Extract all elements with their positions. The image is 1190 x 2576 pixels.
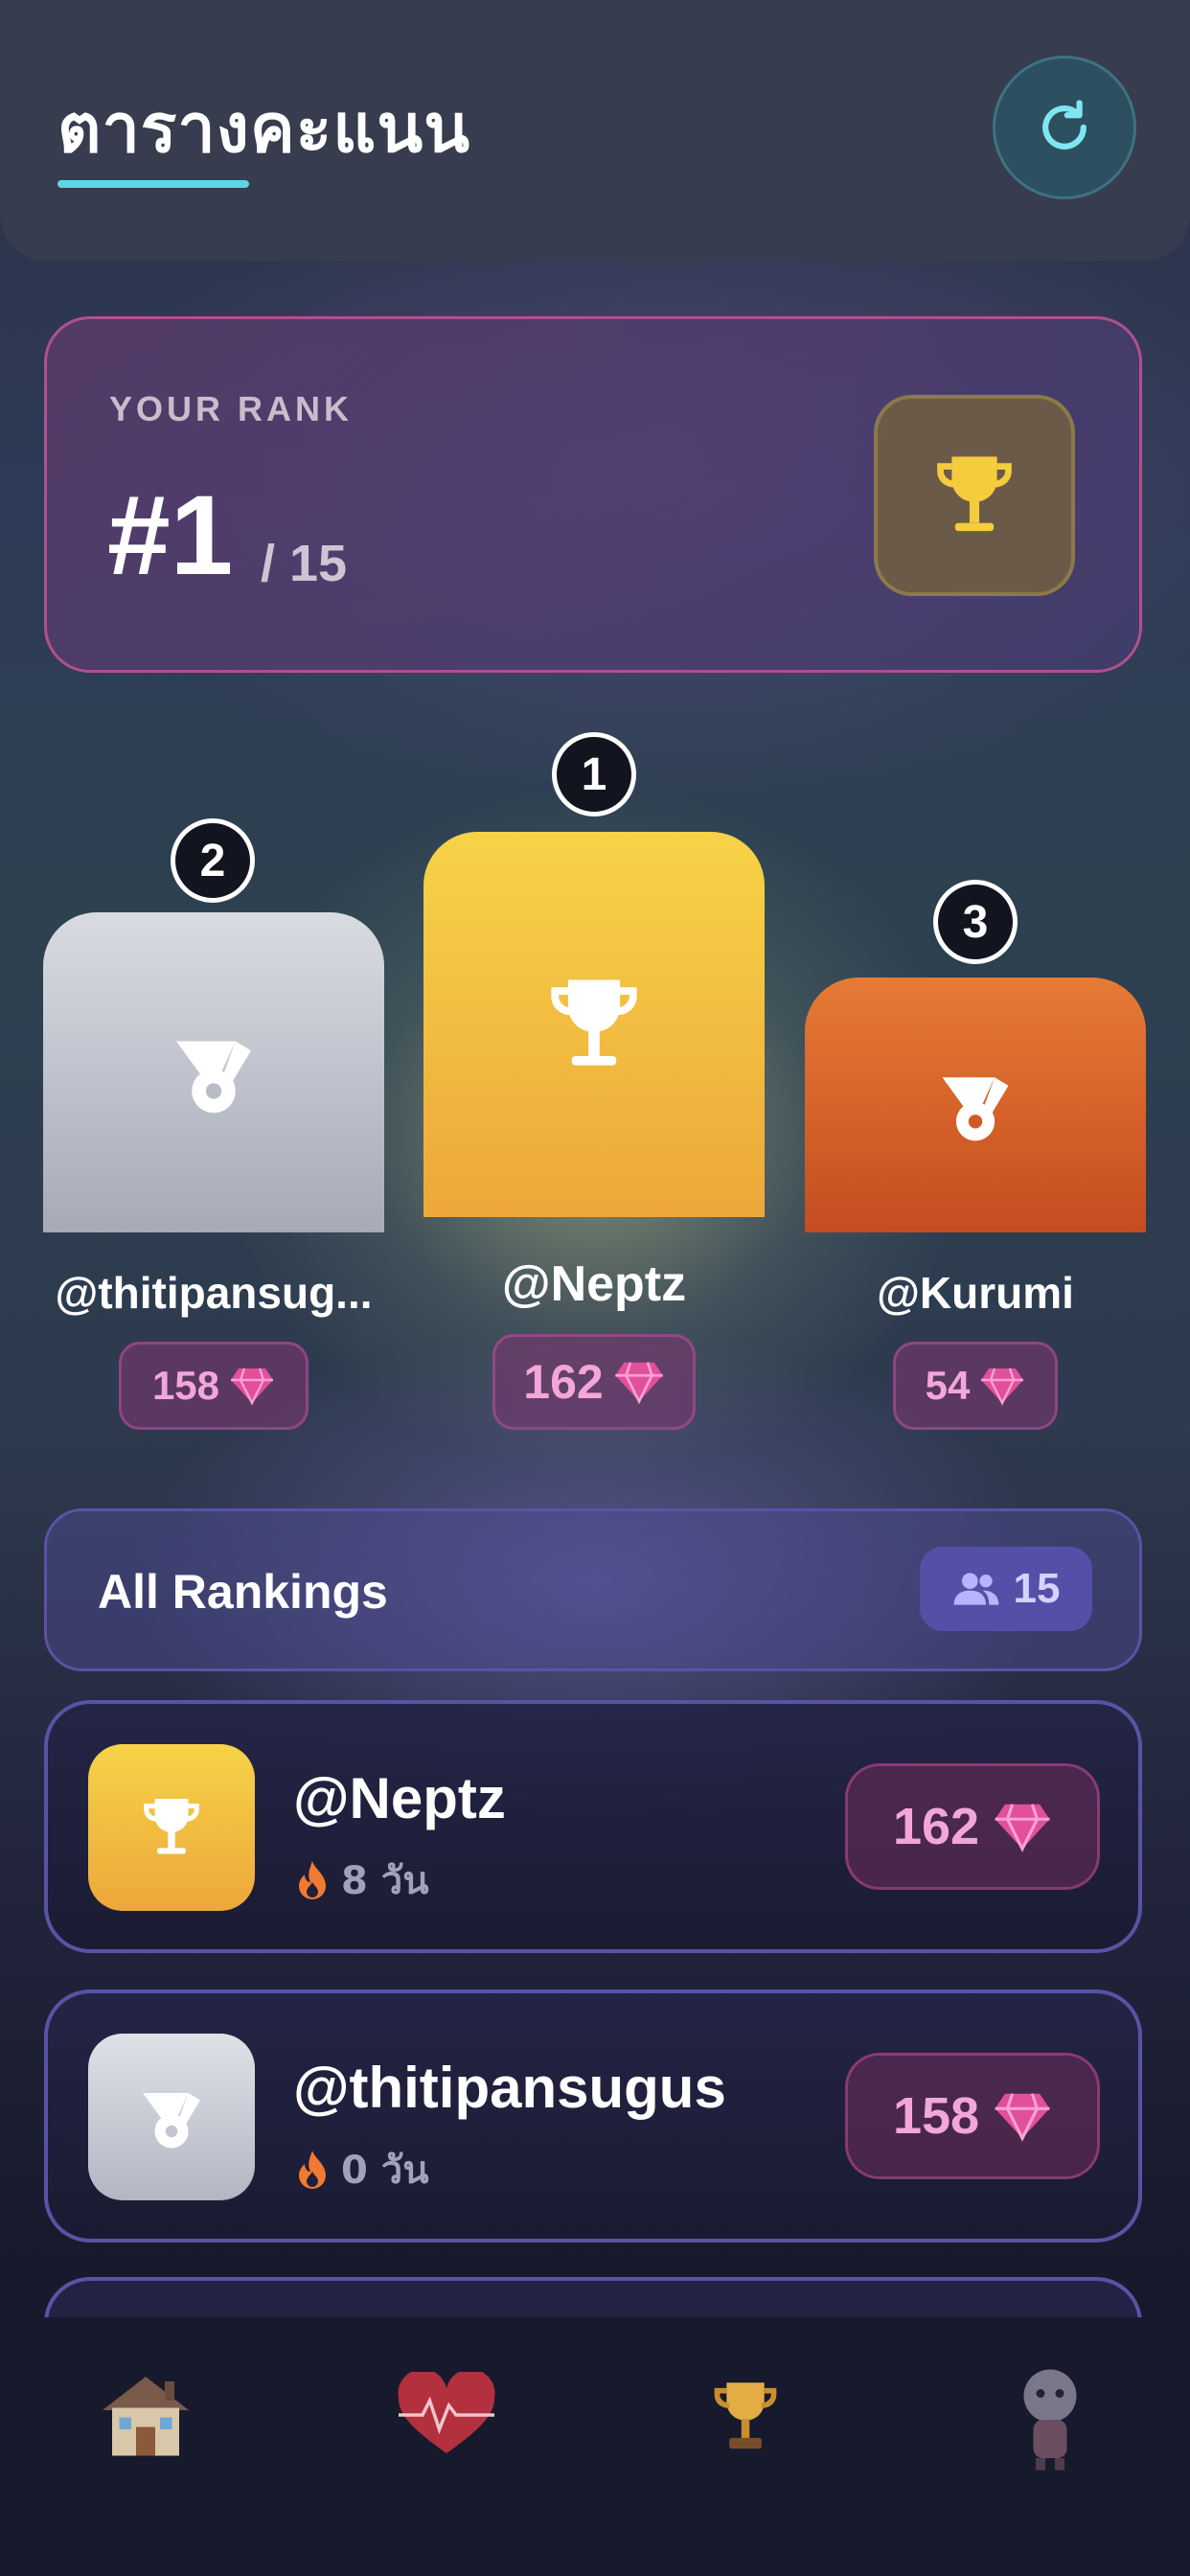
podium-second[interactable] <box>43 912 384 1232</box>
trophy-icon <box>551 979 637 1066</box>
gem-icon <box>231 1368 274 1406</box>
trophy-icon <box>144 1799 199 1854</box>
users-icon <box>953 1573 998 1605</box>
page-title: ตารางคะแนน <box>57 89 471 168</box>
your-rank-label: YOUR RANK <box>109 389 354 428</box>
score-value: 158 <box>151 1363 220 1408</box>
character-icon <box>1023 2369 1077 2471</box>
heart-icon <box>398 2372 495 2453</box>
ranking-row-name: @thitipansugus <box>293 2056 726 2120</box>
your-rank-total: / 15 <box>261 535 348 592</box>
trophy-icon <box>714 2382 777 2450</box>
nav-leaderboard[interactable] <box>678 2358 812 2472</box>
title-underline <box>57 180 249 188</box>
gem-icon <box>981 1368 1024 1406</box>
podium-first[interactable] <box>423 832 765 1217</box>
ranking-row-name: @Neptz <box>293 1766 506 1830</box>
your-rank-badge <box>874 395 1075 596</box>
medal-icon <box>176 1041 251 1114</box>
ranking-row-streak: 0 วัน <box>297 2139 429 2200</box>
participants-count-value: 15 <box>1013 1565 1061 1612</box>
podium-score-third: 54 <box>893 1342 1058 1430</box>
trophy-icon <box>937 456 1012 532</box>
podium-name-first: @Neptz <box>501 1256 687 1312</box>
flame-icon <box>299 2150 326 2189</box>
nav-health[interactable] <box>379 2358 514 2472</box>
score-value: 162 <box>892 1798 980 1855</box>
ranking-row-badge <box>88 1744 255 1911</box>
gem-icon <box>614 1362 663 1404</box>
medal-icon <box>942 1077 1009 1141</box>
ranking-row-score: 162 <box>845 1763 1100 1890</box>
podium-name-third: @Kurumi <box>877 1268 1074 1318</box>
ranking-row-score: 158 <box>845 2053 1100 2179</box>
medal-icon <box>143 2093 200 2149</box>
gem-icon <box>995 2093 1050 2142</box>
score-value: 162 <box>523 1355 604 1409</box>
nav-home[interactable] <box>79 2358 213 2472</box>
nav-profile[interactable] <box>983 2358 1117 2472</box>
refresh-icon <box>1042 100 1087 150</box>
participants-count: 15 <box>920 1547 1092 1631</box>
ranking-row-streak: 8 วัน <box>297 1850 429 1911</box>
your-rank-value: #1 <box>107 472 234 599</box>
all-rankings-title: All Rankings <box>98 1565 388 1619</box>
house-icon <box>103 2377 189 2456</box>
podium-position-3: 3 <box>933 880 1018 964</box>
podium-position-1: 1 <box>552 732 636 816</box>
flame-icon <box>299 1861 326 1899</box>
podium-score-first: 162 <box>492 1334 696 1430</box>
refresh-button[interactable] <box>993 56 1136 199</box>
streak-value: 0 วัน <box>341 2149 429 2193</box>
podium-name-second: @thitipansug... <box>55 1268 373 1318</box>
score-value: 54 <box>925 1363 971 1408</box>
podium-score-second: 158 <box>119 1342 309 1430</box>
ranking-row-badge <box>88 2034 255 2200</box>
podium-third[interactable] <box>805 978 1146 1232</box>
score-value: 158 <box>892 2087 980 2145</box>
streak-value: 8 วัน <box>341 1859 429 1903</box>
gem-icon <box>995 1804 1050 1852</box>
podium-position-2: 2 <box>171 818 255 903</box>
